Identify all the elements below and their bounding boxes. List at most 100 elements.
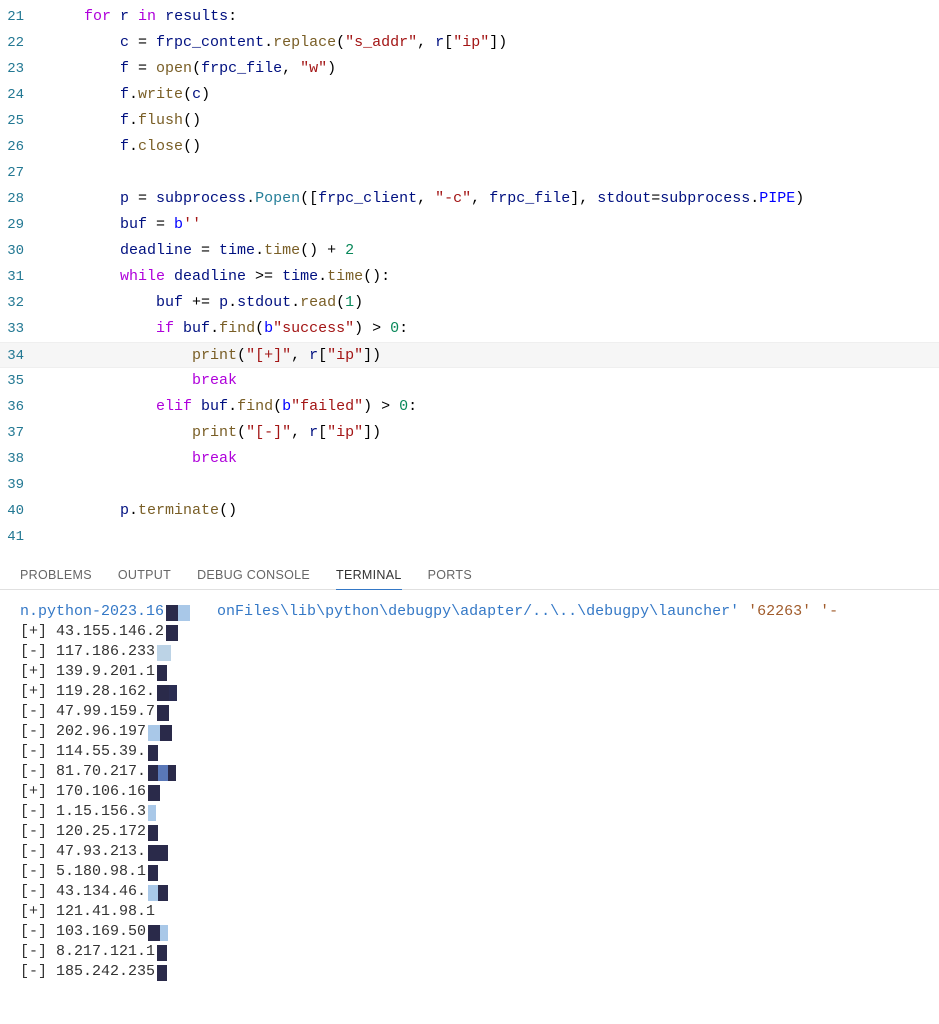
line-number: 34 — [0, 343, 48, 369]
code-editor[interactable]: 21 for r in results:22 c = frpc_content.… — [0, 0, 939, 560]
terminal-ip: 120.25.172 — [56, 822, 146, 842]
terminal-status-marker: [-] — [20, 842, 56, 862]
code-line[interactable]: 29 buf = b'' — [0, 212, 939, 238]
terminal-status-marker: [-] — [20, 802, 56, 822]
terminal-output[interactable]: n.python-2023.16 onFiles\lib\python\debu… — [0, 590, 939, 1024]
code-content: f.flush() — [48, 108, 939, 134]
redaction-block — [157, 644, 171, 660]
code-line[interactable]: 21 for r in results: — [0, 4, 939, 30]
terminal-line: [-] 47.93.213. — [20, 842, 919, 862]
panel-tab-debug-console[interactable]: DEBUG CONSOLE — [197, 568, 310, 589]
terminal-status-marker: [-] — [20, 762, 56, 782]
terminal-status-marker: [-] — [20, 642, 56, 662]
code-content: f = open(frpc_file, "w") — [48, 56, 939, 82]
terminal-ip: 121.41.98.1 — [56, 902, 155, 922]
code-line[interactable]: 35 break — [0, 368, 939, 394]
code-line[interactable]: 37 print("[-]", r["ip"]) — [0, 420, 939, 446]
code-content: if buf.find(b"success") > 0: — [48, 316, 939, 342]
terminal-status-marker: [-] — [20, 922, 56, 942]
redaction-block — [157, 684, 177, 700]
redaction-block — [148, 844, 168, 860]
terminal-ip: 8.217.121.1 — [56, 942, 155, 962]
panel-tab-output[interactable]: OUTPUT — [118, 568, 171, 589]
panel-tab-ports[interactable]: PORTS — [428, 568, 472, 589]
line-number: 41 — [0, 524, 48, 550]
redaction-block — [148, 884, 168, 900]
terminal-ip: 114.55.39. — [56, 742, 146, 762]
code-line[interactable]: 26 f.close() — [0, 134, 939, 160]
terminal-ip: 43.155.146.2 — [56, 622, 164, 642]
line-number: 29 — [0, 212, 48, 238]
terminal-status-marker: [-] — [20, 822, 56, 842]
line-number: 36 — [0, 394, 48, 420]
panel-tab-terminal[interactable]: TERMINAL — [336, 568, 402, 590]
redaction-block — [148, 784, 160, 800]
terminal-status-marker: [+] — [20, 622, 56, 642]
terminal-line: [-] 117.186.233 — [20, 642, 919, 662]
code-content — [48, 472, 939, 498]
redaction-block — [148, 824, 158, 840]
code-content: f.write(c) — [48, 82, 939, 108]
redaction-block — [148, 764, 176, 780]
code-line[interactable]: 41 — [0, 524, 939, 550]
terminal-header-line: n.python-2023.16 onFiles\lib\python\debu… — [20, 602, 919, 622]
redaction-block — [148, 864, 158, 880]
terminal-ip: 81.70.217. — [56, 762, 146, 782]
terminal-ip: 170.106.16 — [56, 782, 146, 802]
terminal-status-marker: [-] — [20, 962, 56, 982]
code-line[interactable]: 39 — [0, 472, 939, 498]
terminal-status-marker: [-] — [20, 862, 56, 882]
code-line[interactable]: 40 p.terminate() — [0, 498, 939, 524]
code-content: c = frpc_content.replace("s_addr", r["ip… — [48, 30, 939, 56]
code-line[interactable]: 34 print("[+]", r["ip"]) — [0, 342, 939, 368]
code-line[interactable]: 23 f = open(frpc_file, "w") — [0, 56, 939, 82]
code-content: p.terminate() — [48, 498, 939, 524]
terminal-line: [-] 47.99.159.7 — [20, 702, 919, 722]
terminal-ip: 43.134.46. — [56, 882, 146, 902]
code-line[interactable]: 28 p = subprocess.Popen([frpc_client, "-… — [0, 186, 939, 212]
terminal-line: [-] 1.15.156.3 — [20, 802, 919, 822]
code-line[interactable]: 36 elif buf.find(b"failed") > 0: — [0, 394, 939, 420]
code-content — [48, 160, 939, 186]
code-line[interactable]: 30 deadline = time.time() + 2 — [0, 238, 939, 264]
redaction-block — [157, 944, 167, 960]
line-number: 38 — [0, 446, 48, 472]
code-line[interactable]: 33 if buf.find(b"success") > 0: — [0, 316, 939, 342]
code-line[interactable]: 24 f.write(c) — [0, 82, 939, 108]
redaction-block — [157, 704, 169, 720]
terminal-status-marker: [-] — [20, 702, 56, 722]
code-content: while deadline >= time.time(): — [48, 264, 939, 290]
code-content: break — [48, 368, 939, 394]
code-line[interactable]: 27 — [0, 160, 939, 186]
terminal-status-marker: [-] — [20, 882, 56, 902]
code-line[interactable]: 32 buf += p.stdout.read(1) — [0, 290, 939, 316]
line-number: 22 — [0, 30, 48, 56]
redaction-block — [148, 804, 156, 820]
terminal-status-marker: [+] — [20, 782, 56, 802]
line-number: 25 — [0, 108, 48, 134]
terminal-status-marker: [+] — [20, 682, 56, 702]
code-line[interactable]: 25 f.flush() — [0, 108, 939, 134]
code-line[interactable]: 38 break — [0, 446, 939, 472]
line-number: 28 — [0, 186, 48, 212]
terminal-status-marker: [+] — [20, 662, 56, 682]
line-number: 35 — [0, 368, 48, 394]
terminal-ip: 202.96.197 — [56, 722, 146, 742]
terminal-line: [-] 120.25.172 — [20, 822, 919, 842]
redaction-block — [166, 624, 178, 640]
code-content: deadline = time.time() + 2 — [48, 238, 939, 264]
code-content: print("[+]", r["ip"]) — [48, 343, 939, 369]
terminal-status-marker: [-] — [20, 942, 56, 962]
code-line[interactable]: 31 while deadline >= time.time(): — [0, 264, 939, 290]
line-number: 32 — [0, 290, 48, 316]
line-number: 37 — [0, 420, 48, 446]
code-line[interactable]: 22 c = frpc_content.replace("s_addr", r[… — [0, 30, 939, 56]
line-number: 23 — [0, 56, 48, 82]
code-content: f.close() — [48, 134, 939, 160]
terminal-ip: 5.180.98.1 — [56, 862, 146, 882]
code-content: buf += p.stdout.read(1) — [48, 290, 939, 316]
panel-tab-problems[interactable]: PROBLEMS — [20, 568, 92, 589]
code-content: break — [48, 446, 939, 472]
terminal-status-marker: [+] — [20, 902, 56, 922]
redaction-block — [166, 604, 190, 620]
